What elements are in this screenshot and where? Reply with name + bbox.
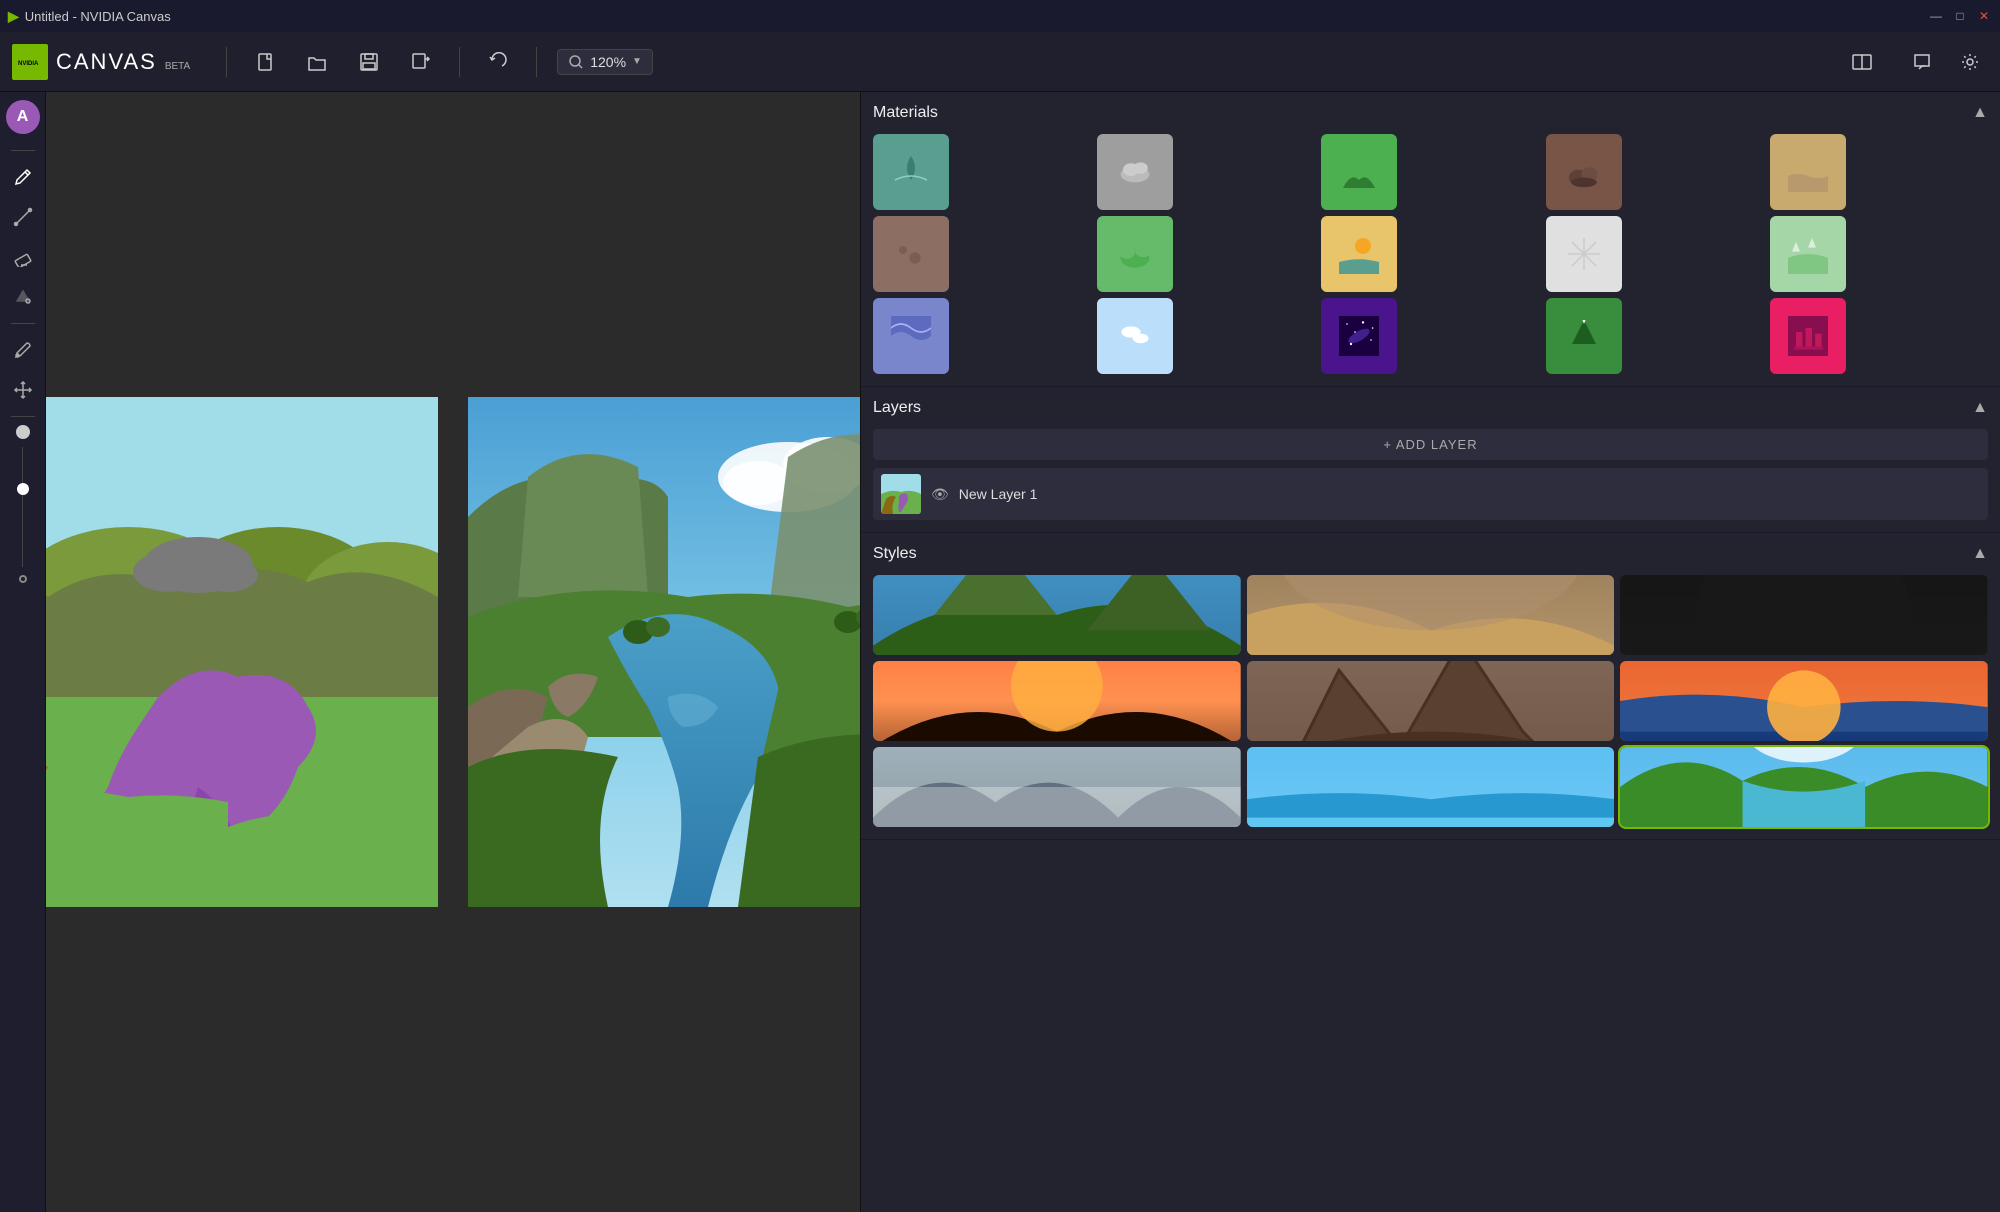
zoom-control[interactable]: 120% ▼ xyxy=(557,49,653,75)
sidebar-divider-3 xyxy=(11,416,35,417)
materials-collapse-button[interactable]: ▲ xyxy=(1972,104,1988,122)
layer-thumbnail xyxy=(881,474,921,514)
material-cloud[interactable] xyxy=(1097,134,1173,210)
zoom-dropdown-icon: ▼ xyxy=(632,56,642,67)
sidebar-divider-2 xyxy=(11,323,35,324)
left-sidebar: A xyxy=(0,92,46,1212)
material-mountain[interactable] xyxy=(1546,298,1622,374)
material-snow[interactable] xyxy=(1546,216,1622,292)
window-title: Untitled - NVIDIA Canvas xyxy=(25,9,1928,24)
toolbar-right-controls xyxy=(1844,44,1988,80)
fill-tool[interactable] xyxy=(5,279,41,315)
material-sky[interactable] xyxy=(1097,298,1173,374)
styles-header: Styles ▲ xyxy=(873,545,1988,563)
material-ocean-wave[interactable] xyxy=(873,298,949,374)
layer-name: New Layer 1 xyxy=(959,486,1038,502)
layers-collapse-button[interactable]: ▲ xyxy=(1972,399,1988,417)
material-water[interactable] xyxy=(873,134,949,210)
titlebar: ▶ Untitled - NVIDIA Canvas — □ ✕ xyxy=(0,0,2000,32)
toolbar-separator-3 xyxy=(536,47,537,77)
toolbar-separator-2 xyxy=(459,47,460,77)
style-mountain-valley[interactable] xyxy=(873,575,1241,655)
sidebar-divider-1 xyxy=(11,150,35,151)
material-tundra[interactable] xyxy=(1770,216,1846,292)
style-dark-cave[interactable] xyxy=(1620,575,1988,655)
minimize-button[interactable]: — xyxy=(1928,8,1944,24)
styles-title: Styles xyxy=(873,545,917,563)
material-rocks[interactable] xyxy=(1546,134,1622,210)
export-file-button[interactable] xyxy=(403,44,439,80)
undo-button[interactable] xyxy=(480,44,516,80)
settings-button[interactable] xyxy=(1952,44,1988,80)
material-grass[interactable] xyxy=(1321,134,1397,210)
open-file-button[interactable] xyxy=(299,44,335,80)
app-logo: NVIDIA CANVAS BETA xyxy=(12,44,190,80)
drawing-canvas[interactable] xyxy=(46,397,438,907)
user-avatar[interactable]: A xyxy=(6,100,40,134)
drawing-canvas-panel xyxy=(46,397,438,907)
right-panel: Materials ▲ xyxy=(860,92,2000,1212)
close-button[interactable]: ✕ xyxy=(1976,8,1992,24)
material-dirt[interactable] xyxy=(873,216,949,292)
toolbar: NVIDIA CANVAS BETA xyxy=(0,32,2000,92)
app-icon: ▶ xyxy=(8,8,19,25)
eraser-tool[interactable] xyxy=(5,239,41,275)
main-canvas-area xyxy=(46,92,860,1212)
layer-item[interactable]: 👁 New Layer 1 xyxy=(873,468,1988,520)
style-green-valley[interactable] xyxy=(1620,747,1988,827)
styles-grid xyxy=(873,575,1988,827)
style-ocean-sunset[interactable] xyxy=(1620,661,1988,741)
save-file-button[interactable] xyxy=(351,44,387,80)
nvidia-icon: NVIDIA xyxy=(12,44,48,80)
styles-collapse-button[interactable]: ▲ xyxy=(1972,545,1988,563)
layers-header: Layers ▲ xyxy=(873,399,1988,417)
materials-section: Materials ▲ xyxy=(861,92,2000,387)
eyedropper-tool[interactable] xyxy=(5,332,41,368)
pan-tool[interactable] xyxy=(5,372,41,408)
layers-section: Layers ▲ + ADD LAYER 👁 New Layer 1 xyxy=(861,387,2000,533)
paintbrush-tool[interactable] xyxy=(5,159,41,195)
materials-header: Materials ▲ xyxy=(873,104,1988,122)
photo-canvas[interactable] xyxy=(468,397,860,907)
zoom-value: 120% xyxy=(590,54,626,70)
new-file-button[interactable] xyxy=(247,44,283,80)
style-rocky-formation[interactable] xyxy=(1247,661,1615,741)
app-beta-label: BETA xyxy=(165,61,190,72)
styles-section: Styles ▲ xyxy=(861,533,2000,840)
split-view-button[interactable] xyxy=(1844,44,1880,80)
material-shrub[interactable] xyxy=(1097,216,1173,292)
style-tropical-beach[interactable] xyxy=(1247,747,1615,827)
maximize-button[interactable]: □ xyxy=(1952,8,1968,24)
app-name: CANVAS xyxy=(56,49,157,75)
svg-text:NVIDIA: NVIDIA xyxy=(18,61,39,67)
toolbar-separator-1 xyxy=(226,47,227,77)
window-controls: — □ ✕ xyxy=(1928,8,1992,24)
materials-title: Materials xyxy=(873,104,938,122)
brush-size-slider[interactable] xyxy=(17,483,29,495)
material-galaxy[interactable] xyxy=(1321,298,1397,374)
add-layer-button[interactable]: + ADD LAYER xyxy=(873,429,1988,460)
material-beach[interactable] xyxy=(1321,216,1397,292)
style-desert-storm[interactable] xyxy=(1247,575,1615,655)
style-sunset-mountains[interactable] xyxy=(873,661,1241,741)
brush-size-large[interactable] xyxy=(16,425,30,439)
materials-grid xyxy=(873,134,1988,374)
photo-canvas-panel xyxy=(468,397,860,907)
feedback-button[interactable] xyxy=(1904,44,1940,80)
line-tool[interactable] xyxy=(5,199,41,235)
layer-visibility-toggle[interactable]: 👁 xyxy=(931,486,949,503)
layers-title: Layers xyxy=(873,399,921,417)
material-ruin[interactable] xyxy=(1770,298,1846,374)
brush-size-small[interactable] xyxy=(19,575,27,583)
style-misty-mountains[interactable] xyxy=(873,747,1241,827)
material-sand[interactable] xyxy=(1770,134,1846,210)
